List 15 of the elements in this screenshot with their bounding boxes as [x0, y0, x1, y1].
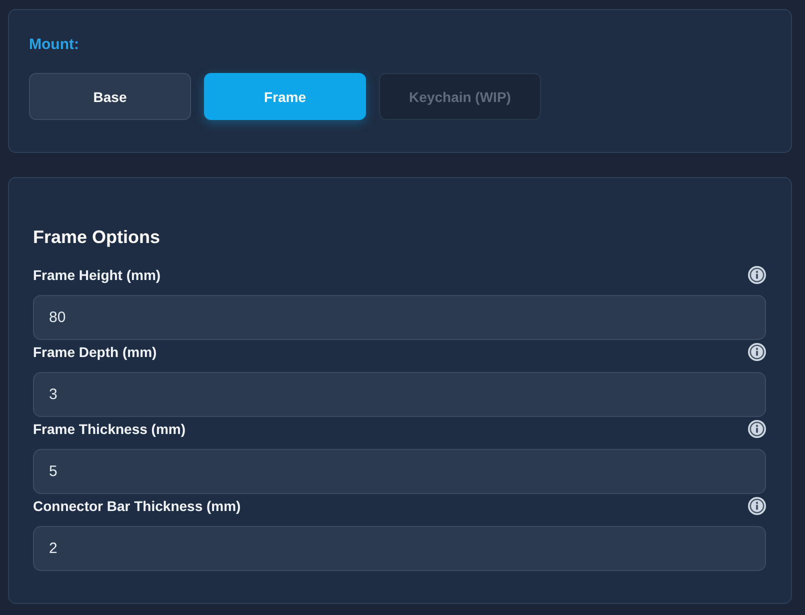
input-field[interactable]: 3 — [33, 372, 766, 417]
info-icon[interactable] — [748, 266, 766, 284]
info-icon[interactable] — [748, 420, 766, 438]
input-field[interactable]: 5 — [33, 449, 766, 494]
info-icon[interactable] — [748, 497, 766, 515]
info-icon[interactable] — [748, 343, 766, 361]
options-title: Frame Options — [33, 226, 160, 249]
field-label: Frame Height (mm) — [33, 267, 161, 283]
mount-option-button[interactable]: Base — [29, 73, 191, 120]
mount-label: Mount: — [29, 35, 79, 55]
field-label: Connector Bar Thickness (mm) — [33, 498, 241, 514]
field-label: Frame Thickness (mm) — [33, 421, 186, 437]
field-label: Frame Depth (mm) — [33, 344, 157, 360]
input-field[interactable]: 80 — [33, 295, 766, 340]
input-field[interactable]: 2 — [33, 526, 766, 571]
